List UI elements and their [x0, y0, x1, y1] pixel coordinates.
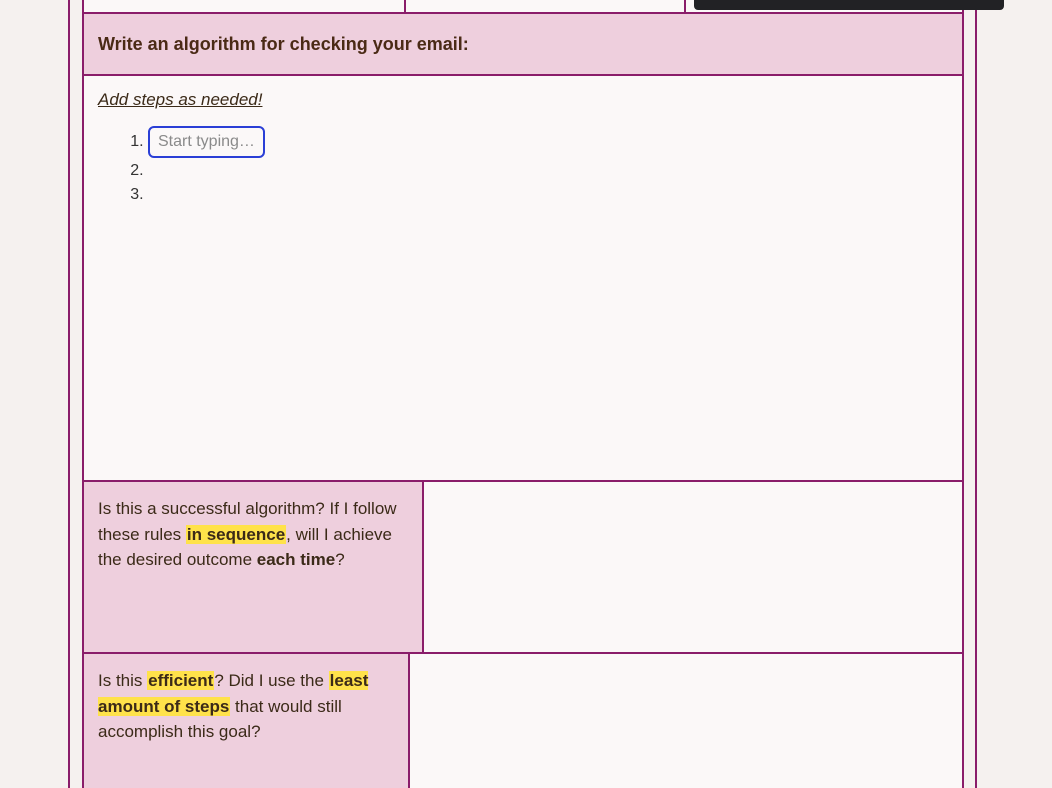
- outer-border-right: [975, 0, 977, 788]
- divider: [684, 0, 686, 12]
- question-efficient-answer[interactable]: [410, 654, 962, 788]
- prompt-title: Write an algorithm for checking your ema…: [98, 34, 469, 55]
- question-successful-answer[interactable]: [424, 482, 962, 652]
- prompt-header-row: Write an algorithm for checking your ema…: [84, 12, 962, 74]
- q1-bold-eachtime: each time: [257, 550, 335, 569]
- step-item-3[interactable]: [148, 184, 948, 206]
- steps-list: Start typing…: [128, 126, 948, 206]
- step-item-2[interactable]: [148, 160, 948, 182]
- question-successful-prompt: Is this a successful algorithm? If I fol…: [84, 482, 424, 652]
- worksheet-table: Write an algorithm for checking your ema…: [82, 12, 964, 788]
- q1-suffix: ?: [335, 550, 344, 569]
- q2-prefix: Is this: [98, 671, 147, 690]
- algorithm-steps-cell[interactable]: Add steps as needed! Start typing…: [84, 74, 962, 480]
- question-efficient-prompt: Is this efficient? Did I use the least a…: [84, 654, 410, 788]
- toolbar-shadow: [694, 0, 1004, 10]
- sub-instruction: Add steps as needed!: [98, 90, 948, 110]
- question-row-successful: Is this a successful algorithm? If I fol…: [84, 480, 962, 652]
- q2-mid1: ? Did I use the: [214, 671, 328, 690]
- step-item-1[interactable]: Start typing…: [148, 126, 948, 158]
- q1-highlight-sequence: in sequence: [186, 525, 286, 544]
- divider: [404, 0, 406, 12]
- q2-highlight-efficient: efficient: [147, 671, 214, 690]
- worksheet-page: Write an algorithm for checking your ema…: [0, 0, 1052, 788]
- question-row-efficient: Is this efficient? Did I use the least a…: [84, 652, 962, 788]
- outer-border-left: [68, 0, 70, 788]
- step-input[interactable]: Start typing…: [148, 126, 265, 158]
